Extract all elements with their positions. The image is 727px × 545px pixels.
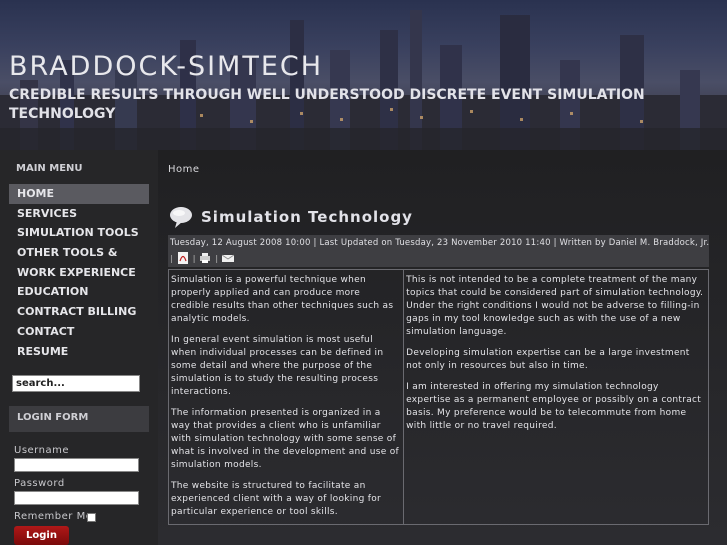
site-header: BRADDOCK-SIMTECH CREDIBLE RESULTS THROUG… <box>0 0 727 150</box>
paragraph: Developing simulation expertise can be a… <box>406 348 690 371</box>
article-column-right: This is not intended to be a complete tr… <box>404 270 708 524</box>
pdf-icon[interactable] <box>177 252 189 264</box>
main-menu-heading: MAIN MENU <box>16 163 83 174</box>
search-input[interactable] <box>12 375 140 392</box>
paragraph: In general event simulation is most usef… <box>171 335 384 397</box>
menu-item-education[interactable]: EDUCATION <box>9 282 149 302</box>
menu-item-services[interactable]: SERVICES <box>9 204 149 224</box>
page-title: Simulation Technology <box>201 208 413 226</box>
article-column-left: Simulation is a powerful technique when … <box>169 270 405 524</box>
print-icon[interactable] <box>199 252 211 264</box>
article-meta: Tuesday, 12 August 2008 10:00 | Last Upd… <box>168 235 709 267</box>
menu-item-other-tools[interactable]: OTHER TOOLS & <box>9 243 149 263</box>
site-tagline: CREDIBLE RESULTS THROUGH WELL UNDERSTOOD… <box>9 87 645 122</box>
username-label: Username <box>14 445 69 456</box>
password-field[interactable] <box>14 491 139 505</box>
menu-item-contract-billing[interactable]: CONTRACT BILLING <box>9 302 149 322</box>
paragraph: This is not intended to be a complete tr… <box>406 275 704 337</box>
site-title[interactable]: BRADDOCK-SIMTECH <box>9 51 323 82</box>
email-icon[interactable] <box>222 252 235 264</box>
paragraph: The website is structured to facilitate … <box>171 481 382 517</box>
paragraph: I am interested in offering my simulatio… <box>406 382 702 431</box>
article-body: Simulation is a powerful technique when … <box>168 269 709 525</box>
speech-bubble-icon <box>170 207 192 228</box>
password-label: Password <box>14 478 65 489</box>
main-menu: HOME SERVICES SIMULATION TOOLS OTHER TOO… <box>9 184 149 361</box>
breadcrumb[interactable]: Home <box>168 164 200 175</box>
username-field[interactable] <box>14 458 139 472</box>
article-meta-text: Tuesday, 12 August 2008 10:00 | Last Upd… <box>170 238 710 248</box>
main-content: Home Simulation Technology Tuesday, 12 A… <box>158 150 727 545</box>
paragraph: The information presented is organized i… <box>171 408 399 470</box>
menu-item-home[interactable]: HOME <box>9 184 149 204</box>
login-button[interactable]: Login <box>14 526 69 545</box>
menu-item-work-experience[interactable]: WORK EXPERIENCE <box>9 263 149 283</box>
menu-item-resume[interactable]: RESUME <box>9 342 149 362</box>
menu-item-simulation-tools[interactable]: SIMULATION TOOLS <box>9 223 149 243</box>
remember-me-checkbox[interactable] <box>87 513 96 522</box>
login-form-heading: LOGIN FORM <box>9 406 149 432</box>
remember-me-label: Remember Me <box>14 511 93 522</box>
paragraph: Simulation is a powerful technique when … <box>171 275 394 324</box>
menu-item-contact[interactable]: CONTACT <box>9 322 149 342</box>
article-actions: | | | <box>170 252 235 264</box>
